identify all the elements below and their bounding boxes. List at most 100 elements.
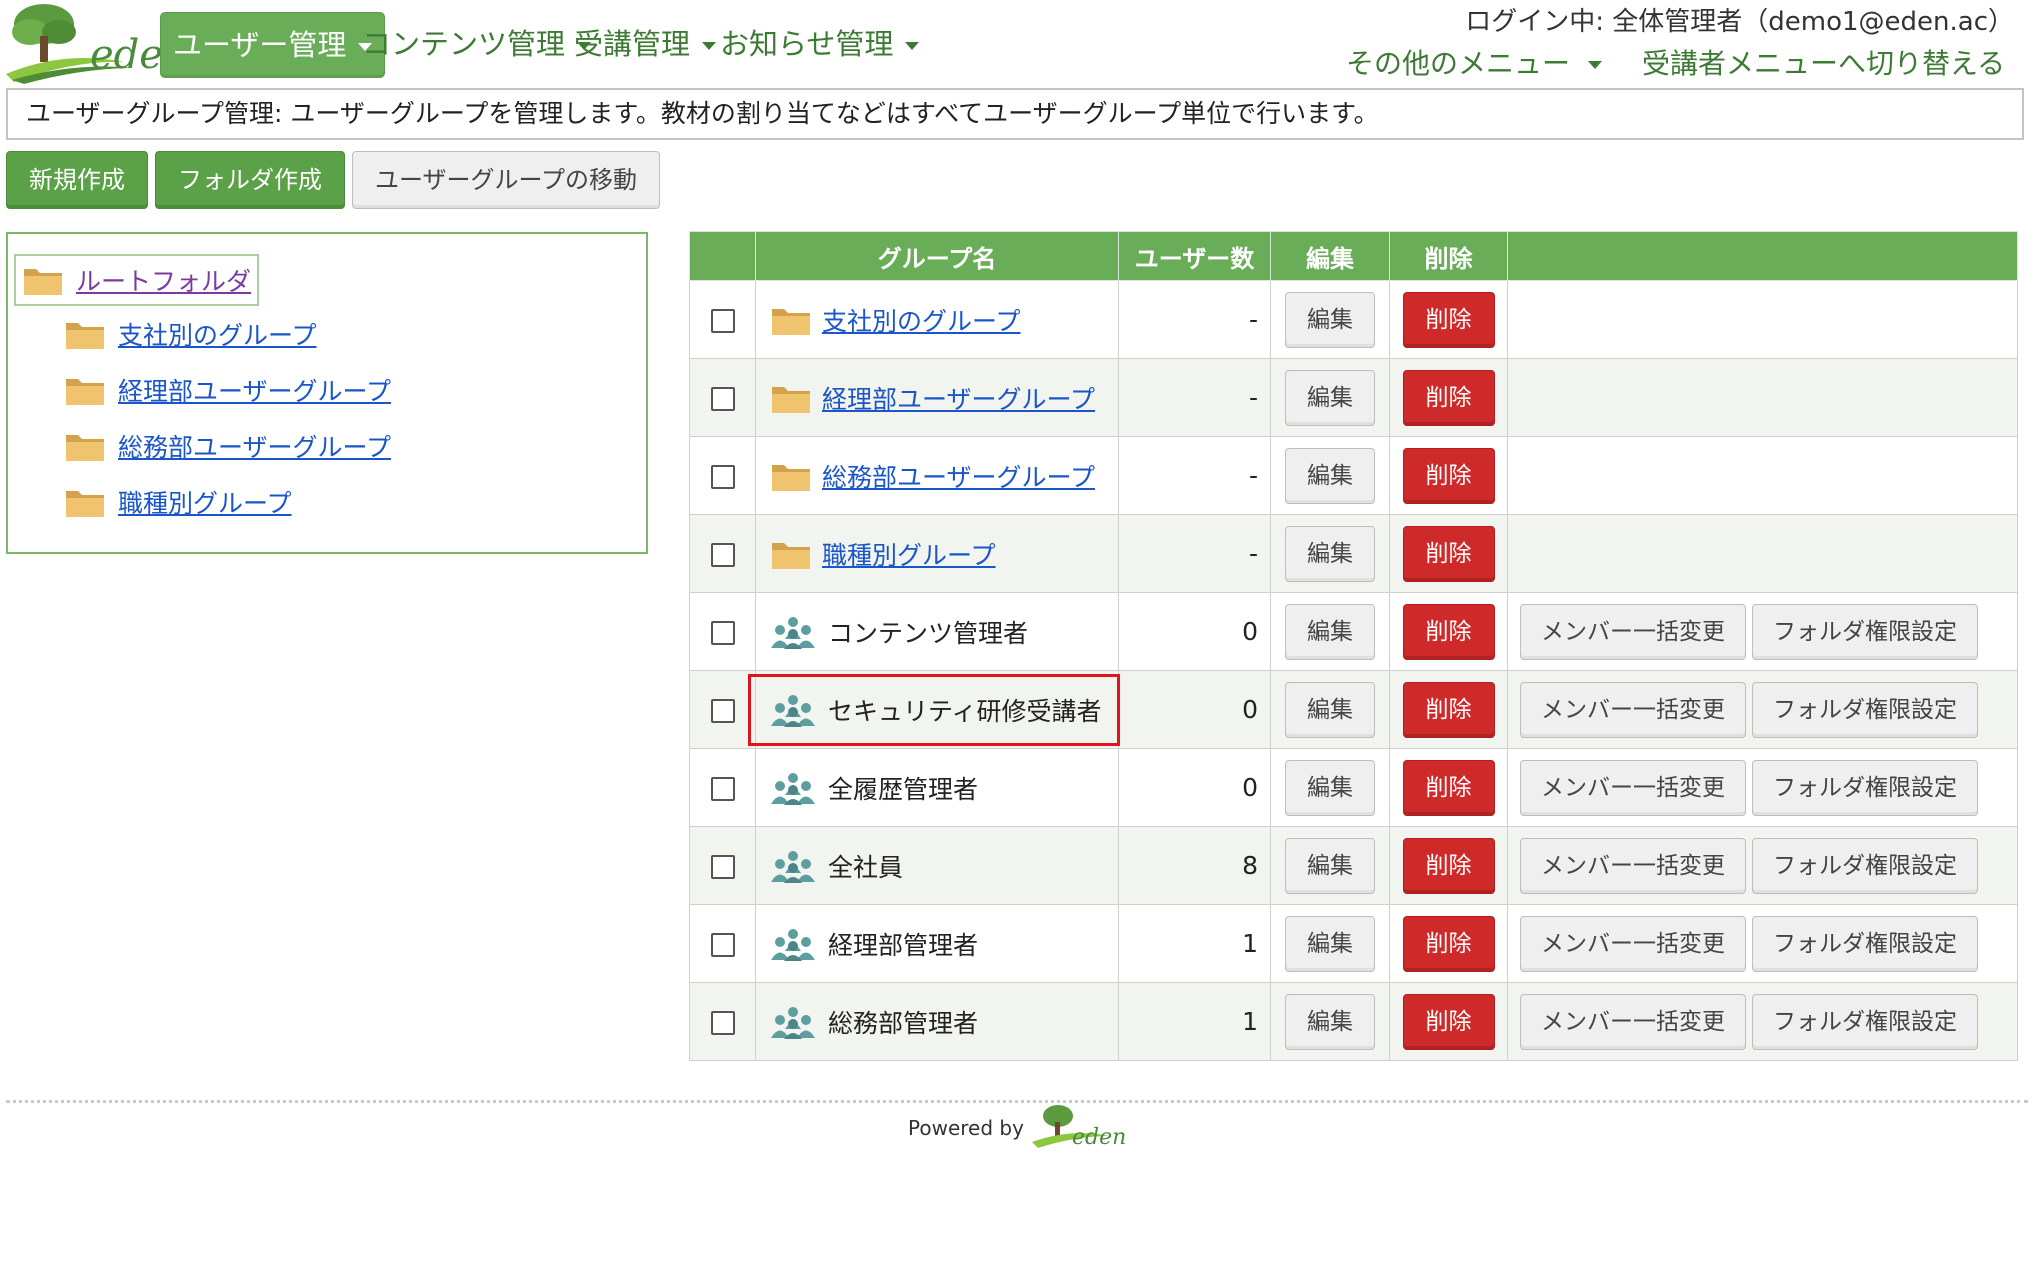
folder-permission-button[interactable]: フォルダ権限設定	[1752, 681, 1978, 738]
group-name-cell: 支社別のグループ	[755, 280, 1119, 359]
folder-permission-button[interactable]: フォルダ権限設定	[1752, 837, 1978, 894]
delete-button[interactable]: 削除	[1402, 993, 1495, 1050]
edit-button[interactable]: 編集	[1285, 525, 1375, 582]
row-checkbox[interactable]	[710, 387, 735, 411]
bulk-member-change-button[interactable]: メンバー一括変更	[1520, 681, 1746, 738]
table-header-row: グループ名 ユーザー数 編集 削除	[689, 231, 2018, 281]
group-name: コンテンツ管理者	[828, 618, 1029, 648]
edit-cell: 編集	[1270, 982, 1390, 1061]
folder-icon	[64, 373, 106, 407]
row-checkbox[interactable]	[710, 543, 735, 567]
table-row: 経理部管理者 1 編集 削除 メンバー一括変更 フォルダ権限設定	[689, 904, 2018, 983]
user-group-icon	[770, 849, 816, 883]
group-folder-link[interactable]: 経理部ユーザーグループ	[822, 380, 1095, 416]
row-checkbox[interactable]	[710, 1011, 735, 1035]
tree-item[interactable]: 支社別のグループ	[64, 314, 317, 354]
eden-footer-logo-icon: eden	[1031, 1105, 1126, 1150]
table-row: 全社員 8 編集 削除 メンバー一括変更 フォルダ権限設定	[689, 826, 2018, 905]
bulk-member-change-button[interactable]: メンバー一括変更	[1520, 993, 1746, 1050]
row-checkbox[interactable]	[710, 855, 735, 879]
tree-item-label: 経理部ユーザーグループ	[118, 377, 392, 406]
bulk-member-change-button[interactable]: メンバー一括変更	[1520, 603, 1746, 660]
nav-course-management[interactable]: 受講管理	[562, 12, 728, 76]
nav-notice-management[interactable]: お知らせ管理	[708, 12, 931, 76]
row-select-cell	[689, 592, 756, 671]
user-count: 0	[1118, 670, 1271, 749]
edit-button[interactable]: 編集	[1285, 369, 1375, 426]
row-select-cell	[689, 358, 756, 437]
extra-actions-cell	[1507, 358, 2018, 437]
row-checkbox[interactable]	[710, 777, 735, 801]
group-name: セキュリティ研修受講者	[828, 696, 1102, 726]
table-row: 支社別のグループ - 編集 削除	[689, 280, 2018, 359]
table-row: 総務部ユーザーグループ - 編集 削除	[689, 436, 2018, 515]
move-group-button[interactable]: ユーザーグループの移動	[352, 151, 660, 209]
tree-item[interactable]: 職種別グループ	[64, 482, 292, 522]
delete-cell: 削除	[1389, 826, 1508, 905]
tree-item[interactable]: 経理部ユーザーグループ	[64, 370, 391, 410]
edit-cell: 編集	[1270, 280, 1390, 359]
tree-item[interactable]: 総務部ユーザーグループ	[64, 426, 391, 466]
tree-root-folder[interactable]: ルートフォルダ	[14, 254, 260, 306]
user-group-icon	[770, 927, 816, 961]
folder-permission-button[interactable]: フォルダ権限設定	[1752, 993, 1978, 1050]
edit-button[interactable]: 編集	[1285, 837, 1375, 894]
edit-button[interactable]: 編集	[1285, 447, 1375, 504]
other-menu-dropdown[interactable]: その他のメニュー	[1346, 44, 1603, 84]
delete-button[interactable]: 削除	[1402, 525, 1495, 582]
table-row: 全履歴管理者 0 編集 削除 メンバー一括変更 フォルダ権限設定	[689, 748, 2018, 827]
row-checkbox[interactable]	[710, 699, 735, 723]
row-select-cell	[689, 436, 756, 515]
group-name-cell: 全履歴管理者	[755, 748, 1119, 827]
group-name: 総務部管理者	[828, 1008, 979, 1038]
bulk-member-change-button[interactable]: メンバー一括変更	[1520, 759, 1746, 816]
delete-cell: 削除	[1389, 280, 1508, 359]
group-name-cell: コンテンツ管理者	[755, 592, 1119, 671]
user-group-icon	[770, 771, 816, 805]
group-folder-link[interactable]: 総務部ユーザーグループ	[822, 458, 1095, 494]
row-select-cell	[689, 748, 756, 827]
delete-button[interactable]: 削除	[1402, 837, 1495, 894]
bulk-member-change-button[interactable]: メンバー一括変更	[1520, 837, 1746, 894]
delete-cell: 削除	[1389, 436, 1508, 515]
nav-content-management-label: コンテンツ管理	[362, 27, 566, 61]
edit-button[interactable]: 編集	[1285, 681, 1375, 738]
switch-to-learner-link[interactable]: 受講者メニューへ切り替える	[1642, 44, 2005, 84]
extra-actions-cell: メンバー一括変更 フォルダ権限設定	[1507, 670, 2018, 749]
delete-button[interactable]: 削除	[1402, 447, 1495, 504]
powered-by-text: Powered by	[908, 1116, 1024, 1140]
edit-button[interactable]: 編集	[1285, 603, 1375, 660]
other-menu-label: その他のメニュー	[1346, 47, 1571, 80]
delete-button[interactable]: 削除	[1402, 915, 1495, 972]
folder-icon	[64, 429, 106, 463]
folder-permission-button[interactable]: フォルダ権限設定	[1752, 603, 1978, 660]
table-body: 支社別のグループ - 編集 削除 経理部ユーザーグループ - 編集 削除 総務部ユーザーグループ…	[689, 280, 2018, 1061]
delete-button[interactable]: 削除	[1402, 681, 1495, 738]
folder-permission-button[interactable]: フォルダ権限設定	[1752, 915, 1978, 972]
row-checkbox[interactable]	[710, 465, 735, 489]
create-folder-button[interactable]: フォルダ作成	[155, 151, 345, 209]
delete-button[interactable]: 削除	[1402, 759, 1495, 816]
bulk-member-change-button[interactable]: メンバー一括変更	[1520, 915, 1746, 972]
new-group-button[interactable]: 新規作成	[6, 151, 148, 209]
row-checkbox[interactable]	[710, 309, 735, 333]
group-folder-link[interactable]: 支社別のグループ	[822, 302, 1021, 338]
row-checkbox[interactable]	[710, 621, 735, 645]
edit-button[interactable]: 編集	[1285, 291, 1375, 348]
row-select-cell	[689, 826, 756, 905]
group-folder-link[interactable]: 職種別グループ	[822, 536, 996, 572]
header-group-name: グループ名	[755, 231, 1119, 281]
delete-button[interactable]: 削除	[1402, 369, 1495, 426]
edit-button[interactable]: 編集	[1285, 759, 1375, 816]
folder-permission-button[interactable]: フォルダ権限設定	[1752, 759, 1978, 816]
user-count: 1	[1118, 982, 1271, 1061]
edit-button[interactable]: 編集	[1285, 993, 1375, 1050]
group-name-cell: 経理部ユーザーグループ	[755, 358, 1119, 437]
delete-cell: 削除	[1389, 514, 1508, 593]
delete-button[interactable]: 削除	[1402, 603, 1495, 660]
delete-cell: 削除	[1389, 592, 1508, 671]
row-checkbox[interactable]	[710, 933, 735, 957]
edit-button[interactable]: 編集	[1285, 915, 1375, 972]
delete-button[interactable]: 削除	[1402, 291, 1495, 348]
edit-cell: 編集	[1270, 826, 1390, 905]
